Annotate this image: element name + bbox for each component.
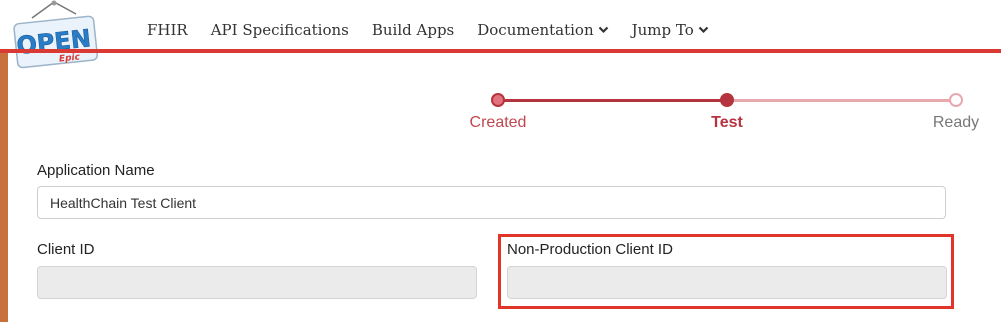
step-created-label: Created <box>469 114 527 131</box>
step-ready-label: Ready <box>932 114 980 131</box>
nav-item-label: API Specifications <box>210 21 349 39</box>
progress-stepper: Created Test Ready <box>440 86 1000 136</box>
nav-item-fhir[interactable]: FHIR <box>147 21 188 39</box>
chevron-down-icon <box>698 26 709 34</box>
step-test-label: Test <box>711 114 743 131</box>
nav-item-label: Build Apps <box>371 21 455 39</box>
open-epic-logo[interactable]: OPEN Epic <box>10 0 100 74</box>
nav-item-label: Jump To <box>631 21 694 39</box>
chevron-down-icon <box>598 26 608 34</box>
client-id-field[interactable] <box>37 266 477 299</box>
step-test-dot <box>720 93 734 107</box>
site-header: OPEN Epic FHIR API Specifications Build … <box>0 0 1001 69</box>
application-name-input[interactable] <box>37 186 946 219</box>
main-nav: FHIR API Specifications Build Apps Docum… <box>135 18 732 42</box>
svg-text:Epic: Epic <box>59 52 82 64</box>
nav-item-documentation[interactable]: Documentation <box>477 21 608 39</box>
application-name-label: Application Name <box>37 162 155 179</box>
client-id-label: Client ID <box>37 241 95 258</box>
step-created-dot <box>491 93 505 107</box>
header-divider <box>0 49 1001 53</box>
stepper-line-pending <box>727 99 956 102</box>
nav-item-jump-to[interactable]: Jump To <box>632 21 709 39</box>
nav-item-build-apps[interactable]: Build Apps <box>372 21 454 39</box>
stepper-line-complete <box>497 99 727 102</box>
left-accent-bar <box>0 53 8 322</box>
highlight-box <box>498 234 954 309</box>
nav-item-api-specifications[interactable]: API Specifications <box>211 21 349 39</box>
nav-item-label: FHIR <box>147 21 188 39</box>
nav-item-label: Documentation <box>477 21 594 39</box>
step-ready-dot <box>949 93 963 107</box>
